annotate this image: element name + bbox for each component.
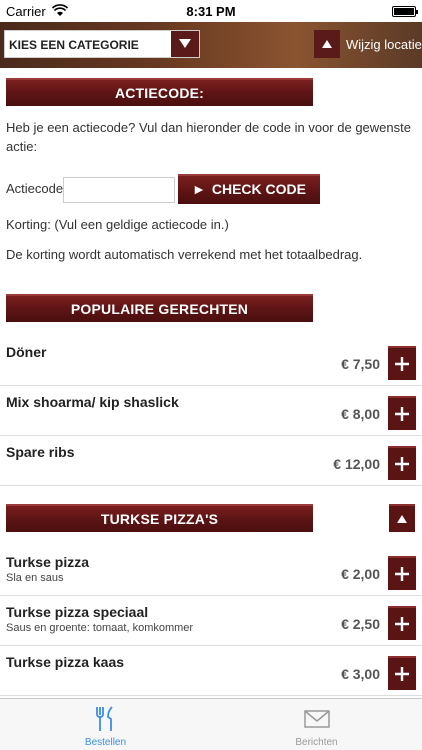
category-select-label: KIES EEN CATEGORIE	[9, 38, 139, 52]
menu-item: Turkse pizza kaas € 3,00	[0, 646, 422, 696]
collapse-section-button[interactable]	[389, 504, 415, 532]
play-icon: ►	[192, 181, 206, 197]
item-price: € 12,00	[333, 456, 380, 472]
item-name: Döner	[6, 344, 47, 360]
promo-code-label: Actiecode	[6, 181, 64, 196]
check-code-button[interactable]: ► CHECK CODE	[178, 174, 320, 204]
top-bar: KIES EEN CATEGORIE Wijzig locatie	[0, 22, 422, 68]
tab-messages[interactable]: Berichten	[211, 699, 422, 750]
tab-order-label: Bestellen	[84, 737, 127, 748]
item-name: Turkse pizza	[6, 554, 89, 570]
tab-messages-label: Berichten	[295, 737, 338, 748]
check-code-label: CHECK CODE	[211, 181, 306, 197]
item-description: Sla en saus	[6, 572, 64, 584]
item-description: Saus en groente: tomaat, komkommer	[6, 622, 194, 634]
chevron-down-icon[interactable]	[171, 31, 199, 57]
envelope-icon	[304, 710, 330, 728]
item-name: Spare ribs	[6, 444, 75, 460]
battery-icon	[392, 6, 418, 17]
category-select[interactable]: KIES EEN CATEGORIE	[4, 30, 200, 58]
clock: 8:31 PM	[186, 4, 236, 19]
menu-item: Turkse pizza speciaal Saus en groente: t…	[0, 596, 422, 646]
item-price: € 2,50	[341, 616, 380, 632]
cutlery-icon	[96, 706, 113, 731]
arrow-up-icon	[397, 515, 407, 523]
content[interactable]: ACTIECODE: Heb je een actiecode? Vul dan…	[0, 68, 422, 698]
section-header-popular[interactable]: POPULAIRE GERECHTEN	[6, 294, 313, 322]
plus-icon	[395, 407, 409, 421]
promo-header: ACTIECODE:	[6, 78, 313, 106]
item-name: Turkse pizza speciaal	[6, 604, 149, 620]
plus-icon	[395, 617, 409, 631]
item-price: € 2,00	[341, 566, 380, 582]
menu-item: Spare ribs € 12,00	[0, 436, 422, 486]
item-name: Mix shoarma/ kip shaslick	[6, 394, 179, 410]
plus-icon	[395, 457, 409, 471]
item-price: € 3,00	[341, 666, 380, 682]
item-name: Turkse pizza kaas	[6, 654, 125, 670]
add-to-cart-button[interactable]	[388, 346, 416, 380]
change-location-button[interactable]: Wijzig locatie	[314, 30, 422, 58]
add-to-cart-button[interactable]	[388, 446, 416, 480]
tab-order[interactable]: Bestellen	[0, 699, 211, 750]
section-header-turkish-pizzas[interactable]: TURKSE PIZZA'S	[6, 504, 313, 532]
add-to-cart-button[interactable]	[388, 556, 416, 590]
discount-note: De korting wordt automatisch verrekend m…	[6, 247, 363, 262]
promo-intro: Heb je een actiecode? Vul dan hieronder …	[6, 120, 411, 154]
item-price: € 7,50	[341, 356, 380, 372]
plus-icon	[395, 667, 409, 681]
arrow-up-icon	[314, 30, 340, 58]
item-price: € 8,00	[341, 406, 380, 422]
add-to-cart-button[interactable]	[388, 656, 416, 690]
menu-item: Turkse pizza Sla en saus € 2,00	[0, 546, 422, 596]
change-location-label: Wijzig locatie	[346, 37, 422, 52]
add-to-cart-button[interactable]	[388, 606, 416, 640]
plus-icon	[395, 567, 409, 581]
menu-item: Döner € 7,50	[0, 336, 422, 386]
menu-item: Mix shoarma/ kip shaslick € 8,00	[0, 386, 422, 436]
add-to-cart-button[interactable]	[388, 396, 416, 430]
promo-code-input[interactable]	[63, 177, 175, 203]
discount-text: Korting: (Vul een geldige actiecode in.)	[6, 217, 229, 232]
status-bar: Carrier 8:31 PM	[0, 0, 422, 22]
plus-icon	[395, 357, 409, 371]
tab-bar: Bestellen Berichten	[0, 698, 422, 750]
